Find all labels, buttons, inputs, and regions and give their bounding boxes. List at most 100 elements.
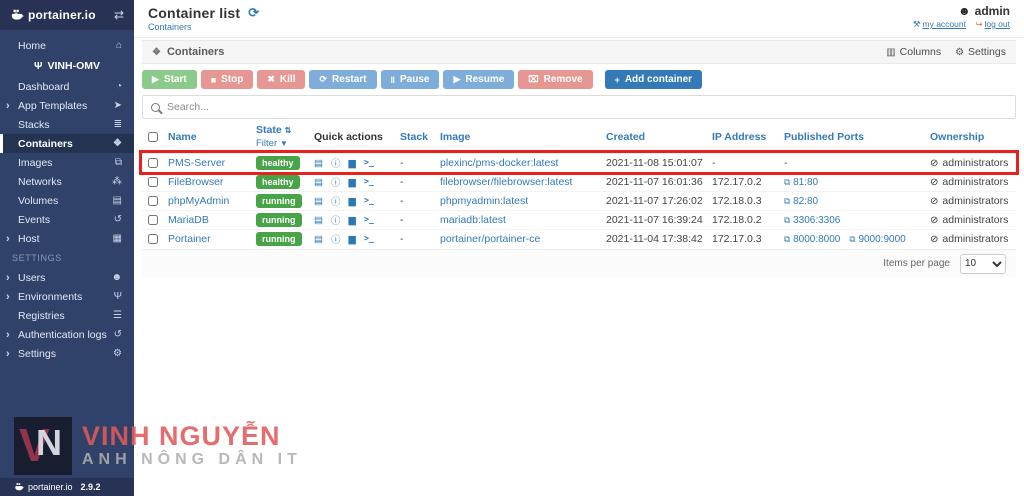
row-checkbox[interactable] [148, 234, 158, 244]
published-port-link[interactable]: ⧉ 3306:3306 [784, 215, 840, 226]
sidebar-item-authentication-logs[interactable]: › Authentication logs ↺ [0, 325, 134, 344]
search-input[interactable] [167, 101, 1007, 113]
stats-icon[interactable]: ▆ [349, 234, 356, 245]
column-header-state[interactable]: State ⇅ Filter ▼ [256, 124, 314, 150]
eye-slash-icon: ⊘ [930, 195, 939, 207]
sidebar-item-environments[interactable]: › Environments Ψ [0, 287, 134, 306]
table-row-filebrowser[interactable]: FileBrowser healthy ▤ ⓘ ▆ >_ - filebrows… [142, 172, 1016, 191]
column-header-ownership[interactable]: Ownership [930, 131, 1016, 143]
column-header-ports[interactable]: Published Ports [784, 131, 930, 143]
sidebar-item-registries[interactable]: Registries ☰ [0, 306, 134, 325]
ports-cell: - [784, 157, 788, 169]
published-port-link[interactable]: ⧉ 81:80 [784, 177, 818, 188]
image-link[interactable]: portainer/portainer-ce [440, 233, 606, 245]
console-icon[interactable]: >_ [364, 196, 374, 206]
published-port-link[interactable]: ⧉ 8000:8000 [784, 234, 840, 245]
portainer-logo[interactable]: portainer.io [10, 8, 96, 22]
filter-label[interactable]: Filter [256, 138, 277, 149]
sidebar-item-app-templates[interactable]: › App Templates ➤ [0, 96, 134, 115]
sidebar-item-containers[interactable]: Containers ❖ [0, 134, 134, 153]
stats-icon[interactable]: ▆ [349, 215, 356, 226]
sidebar-item-users[interactable]: › Users ☻ [0, 268, 134, 287]
remove-button[interactable]: ⌧ Remove [518, 70, 593, 89]
console-icon[interactable]: >_ [364, 234, 374, 244]
sidebar-item-volumes[interactable]: Volumes ▤ [0, 191, 134, 210]
events-icon: ↺ [113, 214, 122, 225]
inspect-icon[interactable]: ⓘ [331, 232, 341, 246]
column-header-stack[interactable]: Stack [400, 131, 440, 143]
items-per-page-select[interactable]: 10 [960, 253, 1006, 274]
table-header-row: Name State ⇅ Filter ▼ Quick actions Stac… [142, 119, 1016, 153]
chevron-right-icon: › [6, 232, 10, 245]
row-checkbox[interactable] [148, 196, 158, 206]
pause-button[interactable]: ‖ Pause [380, 70, 440, 89]
filter-icon[interactable]: ▼ [280, 139, 288, 148]
container-name-link[interactable]: PMS-Server [168, 157, 256, 169]
console-icon[interactable]: >_ [364, 158, 374, 168]
sidebar-item-networks[interactable]: Networks ⁂ [0, 172, 134, 191]
logs-icon[interactable]: ▤ [314, 234, 323, 245]
logs-icon[interactable]: ▤ [314, 215, 323, 226]
select-all-checkbox[interactable] [148, 132, 158, 142]
sidebar-item-settings[interactable]: › Settings ⚙ [0, 344, 134, 363]
sidebar-item-host[interactable]: › Host ▦ [0, 229, 134, 248]
logs-icon[interactable]: ▤ [314, 177, 323, 188]
host-icon: ▦ [112, 233, 122, 244]
column-header-image[interactable]: Image [440, 131, 606, 143]
kill-button[interactable]: ✖ Kill [257, 70, 306, 89]
container-name-link[interactable]: phpMyAdmin [168, 195, 256, 207]
stats-icon[interactable]: ▆ [349, 196, 356, 207]
quick-actions: ▤ ⓘ ▆ >_ [314, 175, 400, 190]
sidebar-item-images[interactable]: Images ⧉ [0, 153, 134, 172]
table-row-phpmyadmin[interactable]: phpMyAdmin running ▤ ⓘ ▆ >_ - phpmyadmin… [142, 191, 1016, 210]
stats-icon[interactable]: ▆ [349, 158, 356, 169]
row-checkbox[interactable] [148, 215, 158, 225]
inspect-icon[interactable]: ⓘ [331, 213, 341, 227]
image-link[interactable]: mariadb:latest [440, 214, 606, 226]
image-link[interactable]: plexinc/pms-docker:latest [440, 157, 606, 169]
inspect-icon[interactable]: ⓘ [331, 156, 341, 170]
row-checkbox[interactable] [148, 158, 158, 168]
console-icon[interactable]: >_ [364, 177, 374, 187]
breadcrumb[interactable]: Containers [148, 22, 1010, 32]
row-checkbox[interactable] [148, 177, 158, 187]
image-link[interactable]: phpmyadmin:latest [440, 195, 606, 207]
column-header-ip[interactable]: IP Address [712, 131, 784, 143]
container-name-link[interactable]: FileBrowser [168, 176, 256, 188]
sidebar-item-events[interactable]: Events ↺ [0, 210, 134, 229]
sidebar-item-home[interactable]: Home ⌂ [0, 36, 134, 55]
sidebar-item-dashboard[interactable]: Dashboard ◔ [0, 77, 134, 96]
resume-button[interactable]: ▶ Resume [443, 70, 515, 89]
inspect-icon[interactable]: ⓘ [331, 175, 341, 189]
log-out-link[interactable]: log out [984, 19, 1010, 29]
image-link[interactable]: filebrowser/filebrowser:latest [440, 176, 606, 188]
container-name-link[interactable]: Portainer [168, 233, 256, 245]
sort-icon[interactable]: ⇅ [285, 126, 292, 135]
column-header-name[interactable]: Name [168, 131, 256, 143]
add-container-button[interactable]: + Add container [604, 70, 703, 89]
table-row-portainer[interactable]: Portainer running ▤ ⓘ ▆ >_ - portainer/p… [142, 229, 1016, 248]
refresh-icon[interactable]: ⟳ [248, 5, 259, 21]
inspect-icon[interactable]: ⓘ [331, 194, 341, 208]
table-row-mariadb[interactable]: MariaDB running ▤ ⓘ ▆ >_ - mariadb:lates… [142, 210, 1016, 229]
table-row-pms-server[interactable]: PMS-Server healthy ▤ ⓘ ▆ >_ - plexinc/pm… [142, 153, 1016, 172]
published-port-link[interactable]: ⧉ 9000:9000 [849, 234, 905, 245]
column-header-created[interactable]: Created [606, 131, 712, 143]
logs-icon[interactable]: ▤ [314, 196, 323, 207]
start-button[interactable]: ▶ Start [142, 70, 197, 89]
stop-button[interactable]: ■ Stop [200, 70, 254, 89]
endpoint-name[interactable]: Ψ VINH-OMV [0, 55, 134, 77]
logs-icon[interactable]: ▤ [314, 158, 323, 169]
sidebar-item-stacks[interactable]: Stacks ≣ [0, 115, 134, 134]
stats-icon[interactable]: ▆ [349, 177, 356, 188]
console-icon[interactable]: >_ [364, 215, 374, 225]
restart-button[interactable]: ⟳ Restart [309, 70, 377, 89]
restart-icon: ⟳ [319, 74, 328, 84]
items-per-page-label: Items per page [883, 258, 950, 269]
table-settings-button[interactable]: ⚙ Settings [955, 46, 1006, 58]
container-name-link[interactable]: MariaDB [168, 214, 256, 226]
published-port-link[interactable]: ⧉ 82:80 [784, 196, 818, 207]
my-account-link[interactable]: my account [923, 19, 966, 29]
sidebar-collapse-icon[interactable]: ⇄ [114, 8, 124, 22]
columns-button[interactable]: ▥ Columns [886, 46, 941, 58]
